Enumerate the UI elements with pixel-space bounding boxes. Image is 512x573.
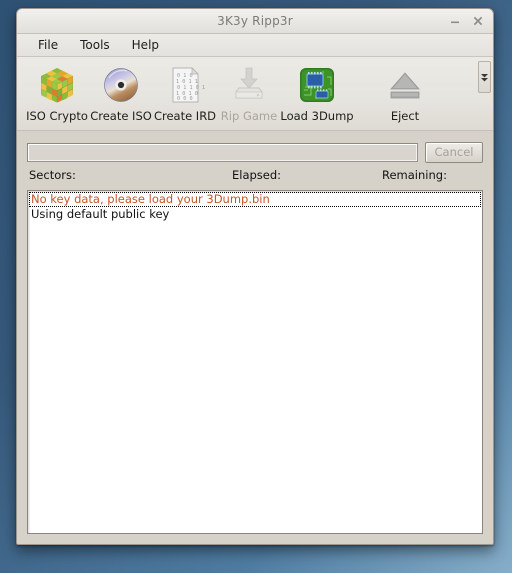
status-label-remaining: Remaining:: [382, 168, 447, 182]
toolbar-label-create-iso: Create ISO: [90, 109, 152, 123]
application-window: 3K3y Ripp3r File Tools Help ISO Crypto C…: [16, 8, 494, 545]
toolbar-label-create-ird: Create IRD: [153, 109, 217, 123]
toolbar-button-rip-game[interactable]: Rip Game: [217, 61, 281, 127]
toolbar: ISO Crypto Create ISO 0 1 0 1 0 1 1 0 1 …: [17, 57, 493, 131]
list-item[interactable]: Using default public key: [29, 207, 481, 222]
title-bar[interactable]: 3K3y Ripp3r: [17, 9, 493, 34]
toolbar-button-eject[interactable]: Eject: [373, 61, 437, 127]
chevron-double-down-icon[interactable]: [478, 61, 491, 93]
log-list[interactable]: No key data, please load your 3Dump.bin …: [27, 190, 483, 534]
menu-item-file[interactable]: File: [27, 36, 69, 54]
eject-icon: [384, 64, 426, 106]
toolbar-label-rip-game: Rip Game: [220, 109, 278, 123]
window-controls: [448, 9, 485, 33]
status-label-elapsed: Elapsed:: [232, 168, 282, 182]
status-row: Sectors: Elapsed: Remaining:: [17, 165, 493, 187]
toolbar-button-create-iso[interactable]: Create ISO: [89, 61, 153, 127]
circuit-board-icon: [296, 64, 338, 106]
toolbar-label-eject: Eject: [390, 109, 420, 123]
svg-text:0 0 0: 0 0 0: [177, 96, 193, 102]
binary-document-icon: 0 1 0 1 0 1 1 0 1 1 0 1 1 0 1 0 0 0 0: [164, 64, 206, 106]
toolbar-label-load-3dump: Load 3Dump: [280, 109, 354, 123]
rubiks-cube-icon: [36, 64, 78, 106]
list-item[interactable]: No key data, please load your 3Dump.bin: [29, 192, 481, 207]
menu-item-help[interactable]: Help: [121, 36, 170, 54]
toolbar-button-load-3dump[interactable]: Load 3Dump: [280, 61, 354, 127]
window-title: 3K3y Ripp3r: [217, 14, 293, 28]
toolbar-label-iso-crypto: ISO Crypto: [26, 109, 88, 123]
toolbar-button-iso-crypto[interactable]: ISO Crypto: [25, 61, 89, 127]
toolbar-button-create-ird[interactable]: 0 1 0 1 0 1 1 0 1 1 0 1 1 0 1 0 0 0 0 Cr…: [153, 61, 217, 127]
menu-bar: File Tools Help: [17, 34, 493, 57]
progress-bar: [27, 142, 418, 162]
cancel-button[interactable]: Cancel: [425, 141, 483, 163]
progress-row: Cancel: [17, 131, 493, 165]
status-label-sectors: Sectors:: [29, 168, 76, 182]
drive-download-icon: [228, 64, 270, 106]
close-icon[interactable]: [471, 14, 485, 28]
minimize-icon[interactable]: [448, 14, 462, 28]
menu-item-tools[interactable]: Tools: [69, 36, 121, 54]
optical-disc-icon: [100, 64, 142, 106]
